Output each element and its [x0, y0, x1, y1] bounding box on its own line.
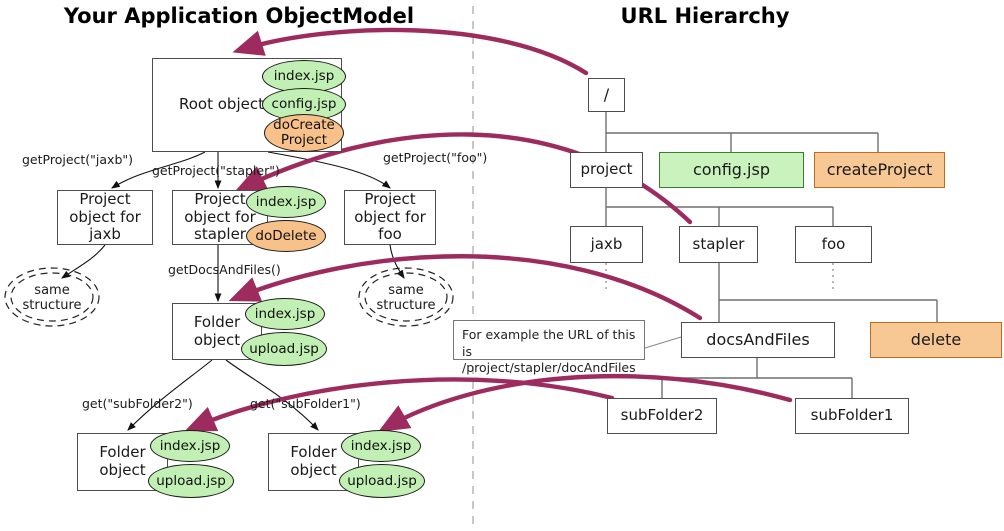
url-node-create-project[interactable]: createProject: [814, 152, 945, 188]
folder-object-line2: object: [193, 330, 241, 349]
project-object-foo-line3: foo: [378, 225, 402, 244]
url-node-docs-and-files[interactable]: docsAndFiles: [681, 322, 835, 358]
url-node-foo[interactable]: foo: [795, 226, 872, 263]
project-object-jaxb-line2: object for: [69, 207, 141, 226]
url-node-config-jsp[interactable]: config.jsp: [659, 152, 804, 188]
subfolder2-view-index-jsp[interactable]: index.jsp: [150, 430, 230, 462]
project-object-stapler-line2: object for: [184, 207, 256, 226]
cloud-right-line2: structure: [376, 298, 436, 314]
subfolder2-object-line2: object: [99, 461, 146, 479]
root-action-line1: doCreate: [273, 117, 335, 134]
stapler-action-do-delete-label: doDelete: [255, 227, 317, 244]
subfolder1-view-index-jsp-label: index.jsp: [350, 437, 412, 454]
diagram-canvas: Your Application ObjectModel URL Hierarc…: [0, 0, 1004, 531]
subfolder2-view-index-jsp-label: index.jsp: [159, 437, 221, 454]
project-object-jaxb-box[interactable]: Project object for jaxb: [57, 190, 153, 245]
url-node-docs-and-files-label: docsAndFiles: [706, 329, 810, 349]
folder-view-index-jsp[interactable]: index.jsp: [245, 298, 325, 330]
url-node-project-label: project: [580, 160, 633, 179]
edge-label-get-project-foo: getProject("foo"): [383, 150, 488, 165]
url-node-config-jsp-label: config.jsp: [693, 159, 770, 179]
url-node-foo-label: foo: [821, 234, 846, 253]
edge-label-get-project-jaxb: getProject("jaxb"): [22, 152, 134, 167]
cloud-right-line1: same: [388, 283, 424, 298]
subfolder2-view-upload-jsp[interactable]: upload.jsp: [148, 464, 234, 498]
subfolder1-object-line1: Folder: [290, 443, 337, 462]
root-view-config-jsp-label: config.jsp: [271, 96, 337, 113]
project-object-stapler-line1: Project: [194, 189, 246, 208]
cloud-left-line2: structure: [22, 298, 82, 314]
right-panel-title: URL Hierarchy: [620, 4, 790, 28]
url-node-root[interactable]: /: [588, 78, 625, 112]
url-example-callout-line1: For example the URL of this is: [462, 327, 636, 359]
url-node-stapler-label: stapler: [692, 234, 745, 253]
url-node-subfolder1[interactable]: subFolder1: [795, 398, 909, 434]
url-example-callout-line2: /project/stapler/docAndFiles: [462, 360, 636, 375]
project-object-jaxb-line3: jaxb: [89, 225, 121, 244]
stapler-action-do-delete[interactable]: doDelete: [246, 220, 326, 252]
project-object-foo-box[interactable]: Project object for foo: [344, 190, 436, 245]
url-node-subfolder2[interactable]: subFolder2: [607, 398, 717, 434]
url-node-subfolder1-label: subFolder1: [810, 406, 894, 425]
root-view-index-jsp-label: index.jsp: [273, 68, 335, 85]
edge-label-get-docs-and-files: getDocsAndFiles(): [168, 262, 281, 277]
cloud-same-structure-left: same structure: [12, 283, 92, 314]
url-node-jaxb[interactable]: jaxb: [570, 226, 643, 263]
folder-view-index-jsp-label: index.jsp: [254, 305, 316, 322]
url-example-callout: For example the URL of this is /project/…: [453, 320, 645, 375]
url-node-root-label: /: [603, 84, 610, 104]
edge-label-get-project-stapler: getProject("stapler"): [152, 163, 280, 178]
folder-view-upload-jsp[interactable]: upload.jsp: [241, 332, 327, 366]
project-object-jaxb-line1: Project: [79, 189, 131, 208]
subfolder1-view-index-jsp[interactable]: index.jsp: [341, 430, 421, 462]
folder-view-upload-jsp-label: upload.jsp: [249, 340, 319, 357]
subfolder2-object-line1: Folder: [99, 443, 146, 462]
stapler-view-index-jsp[interactable]: index.jsp: [246, 186, 326, 218]
url-node-delete-label: delete: [910, 329, 962, 349]
subfolder2-view-upload-jsp-label: upload.jsp: [156, 472, 226, 489]
url-node-delete[interactable]: delete: [870, 322, 1002, 358]
edge-label-get-subfolder1: get("subFolder1"): [250, 396, 361, 411]
url-node-stapler[interactable]: stapler: [679, 226, 758, 263]
subfolder1-object-line2: object: [290, 461, 337, 479]
edge-label-get-subfolder2: get("subFolder2"): [82, 396, 193, 411]
subfolder1-view-upload-jsp-label: upload.jsp: [347, 472, 417, 489]
project-object-foo-line2: object for: [354, 207, 426, 226]
cloud-same-structure-right: same structure: [366, 283, 446, 314]
url-node-create-project-label: createProject: [826, 159, 933, 179]
stapler-view-index-jsp-label: index.jsp: [255, 193, 317, 210]
root-object-label: Root object: [179, 95, 264, 114]
project-object-foo-line1: Project: [364, 189, 416, 208]
url-node-jaxb-label: jaxb: [590, 234, 623, 253]
root-action-line2: Project: [280, 132, 328, 148]
subfolder1-view-upload-jsp[interactable]: upload.jsp: [339, 464, 425, 498]
folder-object-line1: Folder: [193, 312, 241, 331]
cloud-left-line1: same: [34, 283, 70, 298]
root-action-do-create-project[interactable]: doCreate Project: [264, 114, 344, 152]
url-node-subfolder2-label: subFolder2: [620, 406, 704, 425]
left-panel-title: Your Application ObjectModel: [63, 4, 415, 28]
project-object-stapler-line3: stapler: [194, 225, 246, 244]
url-node-project[interactable]: project: [570, 152, 643, 188]
